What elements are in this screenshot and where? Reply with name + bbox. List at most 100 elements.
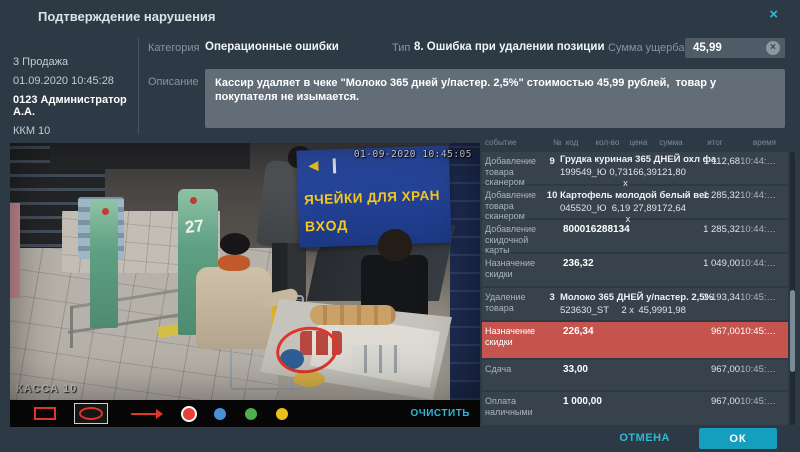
total-cell: 1 112,68 xyxy=(692,156,740,184)
green-pillar xyxy=(90,200,118,328)
num-cell xyxy=(547,364,563,390)
info-divider xyxy=(138,38,139,134)
time-cell: 10:45:… xyxy=(740,326,788,358)
details-cell: Грудка куриная 365 ДНЕЙ охл фа 199549_Ю … xyxy=(560,154,692,184)
close-icon[interactable]: × xyxy=(769,7,778,23)
num-cell xyxy=(547,224,563,252)
shelf-top xyxy=(50,143,250,169)
details-cell: 1 000,00 xyxy=(563,396,690,425)
pillar-number: 27 xyxy=(184,216,205,238)
header-event: событие xyxy=(485,138,549,151)
customer-woman-hat xyxy=(220,233,250,255)
details-cell: Молоко 365 ДНЕЙ у/пастер. 2,5% 523630_ST… xyxy=(560,292,692,320)
sign-line2: ВХОД xyxy=(305,217,349,234)
event-operator: 0123 Администратор А.А. xyxy=(13,94,133,118)
cashier-head xyxy=(378,229,412,261)
category-label: Категория xyxy=(148,42,199,54)
num-cell xyxy=(547,396,563,425)
time-cell: 10:45:… xyxy=(740,292,788,320)
cancel-button[interactable]: ОТМЕНА xyxy=(619,432,670,444)
total-cell: 1 285,32 xyxy=(690,224,740,252)
dialog-title: Подтверждение нарушения xyxy=(38,9,216,24)
num-cell: 9 xyxy=(544,156,560,184)
time-cell: 10:45:… xyxy=(740,364,788,390)
type-value: 8. Ошибка при удалении позиции xyxy=(414,41,605,53)
event-cell: Добавление скидочной карты xyxy=(485,224,547,252)
total-cell: 1 193,34 xyxy=(692,292,740,320)
table-row[interactable]: Оплата наличными 1 000,00 967,00 10:45:… xyxy=(482,392,788,425)
details-cell: 236,32 xyxy=(563,258,690,286)
event-cell: Сдача xyxy=(485,364,547,390)
arrow-tool-icon[interactable] xyxy=(130,408,164,420)
sign-arrow-icon: ◄ xyxy=(305,156,323,177)
header-sum: сумма xyxy=(659,138,703,151)
time-cell: 10:44:… xyxy=(740,190,788,218)
details-cell: 226,34 xyxy=(563,326,690,358)
num-cell: 10 xyxy=(544,190,560,218)
railing-post xyxy=(70,306,73,348)
sign-bar xyxy=(333,158,337,173)
total-cell: 967,00 xyxy=(690,326,740,358)
header-time: время xyxy=(753,138,788,151)
description-field[interactable]: Кассир удаляет в чеке "Молоко 365 дней у… xyxy=(205,69,785,128)
table-row[interactable]: Назначение скидки 236,32 1 049,00 10:44:… xyxy=(482,254,788,286)
event-info-panel: 3 Продажа 01.09.2020 10:45:28 0123 Админ… xyxy=(13,56,133,144)
event-cell: Добавление товара сканером xyxy=(485,190,544,218)
product-breads xyxy=(310,305,396,325)
table-row[interactable]: Добавление товара сканером 9 Грудка кури… xyxy=(482,152,788,184)
ellipse-tool-icon[interactable] xyxy=(74,403,108,424)
table-row[interactable]: Удаление товара 3 Молоко 365 ДНЕЙ у/паст… xyxy=(482,288,788,320)
description-label: Описание xyxy=(148,76,199,88)
details-cell: Картофель молодой белый вес 045520_Ю 6,1… xyxy=(560,190,692,218)
time-cell: 10:45:… xyxy=(740,396,788,425)
store-sign: ◄ ЯЧЕЙКИ ДЛЯ ХРАН ВХОД xyxy=(296,145,451,247)
header-price: цена xyxy=(629,138,659,151)
clear-annotations-button[interactable]: ОЧИСТИТЬ xyxy=(410,408,470,419)
header-num: № xyxy=(549,138,566,151)
table-row[interactable]: Добавление скидочной карты 800016288134 … xyxy=(482,220,788,252)
pillar-emblem xyxy=(190,197,197,204)
color-red-dot[interactable] xyxy=(183,408,195,420)
event-cell: Назначение скидки xyxy=(485,258,547,286)
table-row-highlighted[interactable]: Назначение скидки 226,34 967,00 10:45:… xyxy=(482,322,788,358)
camera-label: КАССА 10 xyxy=(16,383,77,395)
rectangle-tool-icon[interactable] xyxy=(34,407,56,420)
total-cell: 967,00 xyxy=(690,396,740,425)
color-yellow-dot[interactable] xyxy=(276,408,288,420)
details-cell: 33,00 xyxy=(563,364,690,390)
total-cell: 967,00 xyxy=(690,364,740,390)
sign-line1: ЯЧЕЙКИ ДЛЯ ХРАН xyxy=(304,188,440,208)
table-row[interactable]: Добавление товара сканером 10 Картофель … xyxy=(482,186,788,218)
checkout-shelf-column xyxy=(450,143,480,400)
scrollbar-thumb[interactable] xyxy=(790,290,795,372)
annotation-toolbar: ОЧИСТИТЬ xyxy=(10,400,480,427)
time-cell: 10:44:… xyxy=(740,224,788,252)
details-cell: 800016288134 xyxy=(563,224,690,252)
event-cell: Назначение скидки xyxy=(485,326,547,358)
video-player: 27 ◄ ЯЧЕЙКИ ДЛЯ ХРАН ВХОД 01-09-2020 10:… xyxy=(10,143,480,427)
header-code: код xyxy=(566,138,596,151)
video-timestamp: 01-09-2020 10:45:05 xyxy=(354,149,472,160)
color-green-dot[interactable] xyxy=(245,408,257,420)
num-cell xyxy=(547,258,563,286)
ellipse-glyph xyxy=(79,407,103,420)
time-cell: 10:44:… xyxy=(740,258,788,286)
pink-pillar xyxy=(10,203,20,298)
num-cell xyxy=(547,326,563,358)
header-qty: кол-во xyxy=(596,138,630,151)
total-cell: 1 049,00 xyxy=(690,258,740,286)
event-cell: Оплата наличными xyxy=(485,396,547,425)
color-blue-dot[interactable] xyxy=(214,408,226,420)
video-canvas[interactable]: 27 ◄ ЯЧЕЙКИ ДЛЯ ХРАН ВХОД 01-09-2020 10:… xyxy=(10,143,480,400)
table-header: событие № код кол-во цена сумма итог вре… xyxy=(482,138,788,151)
product-packs-white xyxy=(352,345,400,373)
type-label: Тип xyxy=(392,42,410,54)
ok-button[interactable]: ОК xyxy=(699,428,777,449)
product-mound xyxy=(293,371,325,387)
table-row[interactable]: Сдача 33,00 967,00 10:45:… xyxy=(482,360,788,390)
event-number-type: 3 Продажа xyxy=(13,56,133,68)
event-datetime: 01.09.2020 10:45:28 xyxy=(13,75,133,87)
clear-input-icon[interactable]: × xyxy=(766,41,780,55)
damage-label: Сумма ущерба xyxy=(608,42,684,54)
customer-woman-scarf xyxy=(218,255,250,271)
